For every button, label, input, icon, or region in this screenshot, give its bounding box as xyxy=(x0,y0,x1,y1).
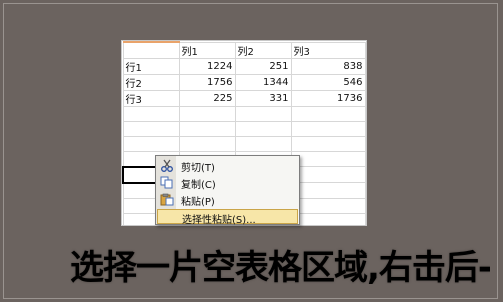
table-cell[interactable]: 838 xyxy=(290,57,366,75)
header-cell[interactable]: 列3 xyxy=(290,41,366,59)
empty-cell[interactable] xyxy=(290,182,366,199)
menu-item-label: 粘贴(P) xyxy=(181,197,215,208)
empty-cell[interactable] xyxy=(234,120,292,137)
empty-cell[interactable] xyxy=(234,105,292,122)
menu-item-paste-special[interactable]: 选择性粘贴(S)... xyxy=(157,209,298,226)
empty-cell[interactable] xyxy=(122,120,180,137)
header-cell[interactable]: 列1 xyxy=(178,41,236,59)
menu-item-label: 选择性粘贴(S)... xyxy=(182,215,256,226)
menu-item-paste[interactable]: 粘贴(P) xyxy=(157,192,298,208)
table-cell[interactable]: 331 xyxy=(234,89,292,107)
row-label-cell[interactable]: 行1 xyxy=(122,57,180,75)
table-row xyxy=(122,120,366,137)
header-cell[interactable] xyxy=(122,41,180,59)
empty-cell[interactable] xyxy=(122,105,180,122)
empty-cell[interactable] xyxy=(290,212,366,225)
table-cell[interactable]: 225 xyxy=(178,89,236,107)
menu-item-cut[interactable]: 剪切(T) xyxy=(157,158,298,174)
scissors-icon xyxy=(160,159,174,172)
table-cell[interactable]: 1224 xyxy=(178,57,236,75)
menu-item-label: 剪切(T) xyxy=(181,163,215,174)
empty-cell[interactable] xyxy=(178,120,236,137)
table-row: 行3 225 331 1736 xyxy=(122,89,366,107)
empty-cell[interactable] xyxy=(290,166,366,183)
empty-cell[interactable] xyxy=(234,135,292,152)
table-row xyxy=(122,135,366,152)
clipboard-paste-icon xyxy=(160,193,174,206)
table-cell[interactable]: 1736 xyxy=(290,89,366,107)
table-cell[interactable]: 546 xyxy=(290,73,366,91)
empty-cell[interactable] xyxy=(122,135,180,152)
empty-cell[interactable] xyxy=(178,105,236,122)
table-row xyxy=(122,105,366,122)
header-cell[interactable]: 列2 xyxy=(234,41,292,59)
row-label-cell[interactable]: 行2 xyxy=(122,73,180,91)
menu-item-copy[interactable]: 复制(C) xyxy=(157,175,298,191)
empty-cell[interactable] xyxy=(290,197,366,214)
table-row: 行1 1224 251 838 xyxy=(122,57,366,75)
copy-icon xyxy=(160,176,174,189)
caption-text: 选择一片空表格区域,右击后- xyxy=(70,248,490,284)
empty-cell[interactable] xyxy=(290,105,366,122)
table-row: 行2 1756 1344 546 xyxy=(122,73,366,91)
table-cell[interactable]: 251 xyxy=(234,57,292,75)
empty-cell[interactable] xyxy=(290,120,366,137)
header-row: 列1 列2 列3 xyxy=(122,41,366,59)
empty-cell[interactable] xyxy=(178,135,236,152)
context-menu: 剪切(T) 复制(C) 粘贴(P) 选择性粘贴(S)... xyxy=(155,155,300,226)
row-label-cell[interactable]: 行3 xyxy=(122,89,180,107)
empty-cell[interactable] xyxy=(290,135,366,152)
empty-cell[interactable] xyxy=(290,150,366,167)
menu-item-label: 复制(C) xyxy=(181,180,216,191)
table-cell[interactable]: 1756 xyxy=(178,73,236,91)
table-cell[interactable]: 1344 xyxy=(234,73,292,91)
